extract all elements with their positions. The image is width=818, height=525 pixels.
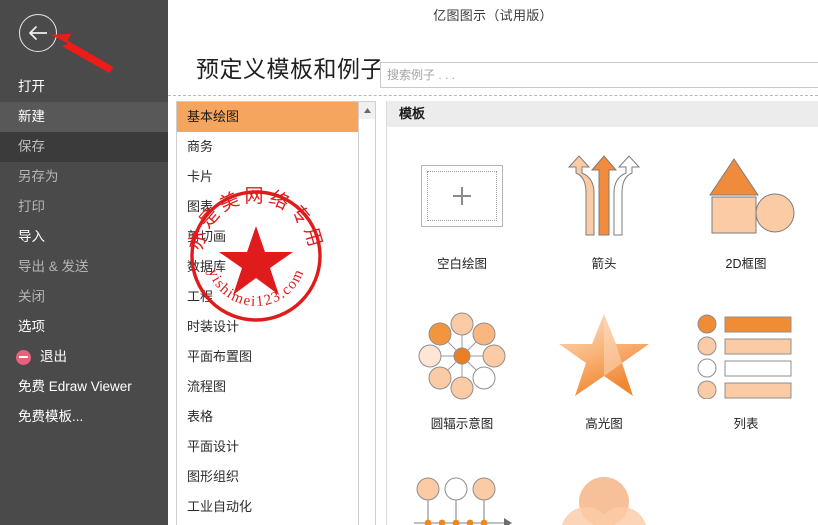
- category-item-label: 表格: [187, 409, 214, 424]
- category-item-card[interactable]: 卡片: [177, 162, 359, 192]
- venn-icon: [544, 461, 664, 525]
- category-item-flowchart[interactable]: 流程图: [177, 372, 359, 402]
- star-icon: [544, 301, 664, 411]
- template-card-radial[interactable]: 圆辐示意图: [391, 301, 533, 461]
- back-area: [0, 0, 168, 73]
- sidebar-item-import[interactable]: 导入: [0, 222, 168, 252]
- category-item-label: 时装设计: [187, 319, 240, 334]
- templates-header: 模板: [387, 101, 818, 127]
- back-arrow-icon[interactable]: [19, 14, 57, 52]
- category-item-label: 图表: [187, 199, 214, 214]
- category-item-clipart[interactable]: 剪切画: [177, 222, 359, 252]
- template-label: 箭头: [591, 257, 617, 271]
- sidebar-item-save[interactable]: 保存: [0, 132, 168, 162]
- template-label: 2D框图: [725, 257, 767, 271]
- sidebar-item-open[interactable]: 打开: [0, 72, 168, 102]
- sidebar-item-edraw-viewer[interactable]: 免费 Edraw Viewer: [0, 372, 168, 402]
- backstage-content: 亿图图示（试用版） 预定义模板和例子 基本绘图 商务 卡片 图表 剪切画 数据库…: [168, 0, 818, 525]
- template-label: 圆辐示意图: [430, 417, 494, 431]
- sidebar-item-options[interactable]: 选项: [0, 312, 168, 342]
- chevron-up-icon[interactable]: [359, 102, 375, 119]
- radial-icon: [402, 301, 522, 411]
- template-label: 高光图: [585, 417, 623, 431]
- sidebar-item-label: 打印: [18, 199, 45, 214]
- category-item-basic-drawing[interactable]: 基本绘图: [177, 102, 359, 132]
- section-divider: [168, 95, 818, 96]
- backstage-menu: 打开 新建 保存 另存为 打印 导入 导出 & 发送 关闭 选项 退出 免费 E…: [0, 72, 168, 432]
- template-card-list[interactable]: 列表: [675, 301, 817, 461]
- category-item-industrial[interactable]: 工业自动化: [177, 492, 359, 522]
- 2d-block-icon: [686, 141, 806, 251]
- template-label: 空白绘图: [436, 257, 487, 271]
- category-item-graphic-design[interactable]: 平面设计: [177, 432, 359, 462]
- template-card-blank-drawing[interactable]: 空白绘图: [391, 141, 533, 301]
- category-item-label: 商务: [187, 139, 214, 154]
- sidebar-item-label: 打开: [18, 79, 45, 94]
- list-icon: [686, 301, 806, 411]
- category-item-label: 工程: [187, 289, 214, 304]
- sidebar-item-label: 导出 & 发送: [18, 259, 89, 274]
- backstage-sidebar: 打开 新建 保存 另存为 打印 导入 导出 & 发送 关闭 选项 退出 免费 E…: [0, 0, 168, 525]
- category-item-label: 数据库: [187, 259, 227, 274]
- category-item-business[interactable]: 商务: [177, 132, 359, 162]
- category-item-label: 工业自动化: [187, 499, 253, 514]
- sidebar-item-free-templates[interactable]: 免费模板...: [0, 402, 168, 432]
- category-list: 基本绘图 商务 卡片 图表 剪切画 数据库 工程 时装设计 平面布置图 流程图 …: [177, 102, 359, 525]
- template-card-venn[interactable]: [533, 461, 675, 525]
- sidebar-item-label: 退出: [40, 349, 67, 364]
- templates-panel: 模板 空白绘图 箭头 2D框图 圆辐示意图 高光图 列表: [386, 101, 818, 525]
- sidebar-item-label: 另存为: [18, 169, 59, 184]
- template-label: 列表: [733, 417, 759, 431]
- sidebar-item-close[interactable]: 关闭: [0, 282, 168, 312]
- application-window: 打开 新建 保存 另存为 打印 导入 导出 & 发送 关闭 选项 退出 免费 E…: [0, 0, 818, 525]
- sidebar-item-label: 关闭: [18, 289, 45, 304]
- sidebar-item-print[interactable]: 打印: [0, 192, 168, 222]
- category-scrollbar[interactable]: [358, 102, 375, 525]
- sidebar-item-export-send[interactable]: 导出 & 发送: [0, 252, 168, 282]
- category-item-label: 基本绘图: [187, 109, 240, 124]
- sidebar-item-label: 免费模板...: [18, 409, 84, 424]
- app-title: 亿图图示（试用版）: [433, 8, 553, 23]
- category-item-fashion[interactable]: 时装设计: [177, 312, 359, 342]
- sidebar-item-label: 免费 Edraw Viewer: [18, 379, 132, 394]
- template-card-2d-block[interactable]: 2D框图: [675, 141, 817, 301]
- category-item-label: 平面设计: [187, 439, 240, 454]
- sidebar-item-label: 新建: [18, 109, 45, 124]
- category-item-floor-plan[interactable]: 平面布置图: [177, 342, 359, 372]
- page-title: 预定义模板和例子: [196, 56, 384, 82]
- category-item-label: 卡片: [187, 169, 214, 184]
- templates-grid: 空白绘图 箭头 2D框图 圆辐示意图 高光图 列表: [387, 127, 818, 525]
- category-item-label: 流程图: [187, 379, 227, 394]
- category-item-engineering[interactable]: 工程: [177, 282, 359, 312]
- template-card-highlight-star[interactable]: 高光图: [533, 301, 675, 461]
- arrows-icon: [544, 141, 664, 251]
- sidebar-item-label: 保存: [18, 139, 45, 154]
- annotation-arrow-icon: [50, 33, 114, 73]
- template-card-arrows[interactable]: 箭头: [533, 141, 675, 301]
- sidebar-item-label: 导入: [18, 229, 45, 244]
- category-item-database[interactable]: 数据库: [177, 252, 359, 282]
- category-item-label: 平面布置图: [187, 349, 253, 364]
- sidebar-item-save-as[interactable]: 另存为: [0, 162, 168, 192]
- category-item-form[interactable]: 表格: [177, 402, 359, 432]
- template-card-timeline[interactable]: [391, 461, 533, 525]
- category-item-graphic-org[interactable]: 图形组织: [177, 462, 359, 492]
- category-panel: 基本绘图 商务 卡片 图表 剪切画 数据库 工程 时装设计 平面布置图 流程图 …: [176, 101, 376, 525]
- sidebar-item-new[interactable]: 新建: [0, 102, 168, 132]
- sidebar-item-exit[interactable]: 退出: [0, 342, 168, 372]
- blank-page-icon: [402, 141, 522, 251]
- category-item-chart[interactable]: 图表: [177, 192, 359, 222]
- search-input[interactable]: [380, 62, 818, 88]
- timeline-icon: [402, 461, 522, 525]
- category-item-label: 剪切画: [187, 229, 227, 244]
- sidebar-item-label: 选项: [18, 319, 45, 334]
- category-item-label: 图形组织: [187, 469, 240, 484]
- exit-icon: [16, 349, 31, 365]
